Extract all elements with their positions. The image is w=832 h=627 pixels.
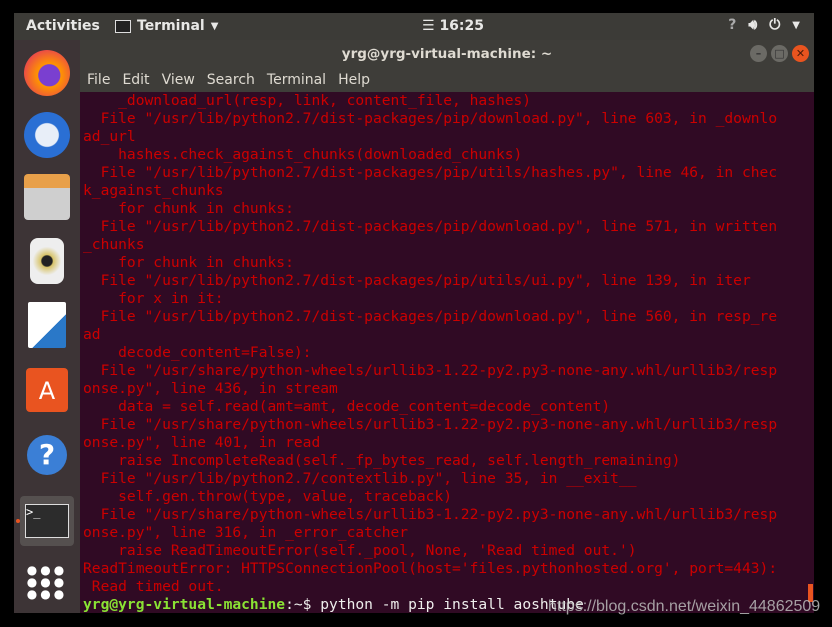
prompt-path: :~$ <box>285 596 321 613</box>
window-titlebar[interactable]: yrg@yrg-virtual-machine: ~ – □ ✕ <box>80 40 814 68</box>
software-center-icon[interactable]: A <box>26 368 68 412</box>
power-icon: ⏻ <box>769 17 781 33</box>
terminal-line: onse.py", line 401, in read <box>83 434 321 451</box>
system-tray[interactable]: ? 🔊︎ ⏻ ▼ <box>728 17 800 33</box>
calendar-icon: ☰ <box>422 18 440 34</box>
clock[interactable]: ☰ 16:25 <box>422 18 484 34</box>
terminal-line: File "/usr/lib/python2.7/dist-packages/p… <box>83 308 778 325</box>
terminal-line: k_against_chunks <box>83 182 224 199</box>
menu-file[interactable]: File <box>87 72 110 88</box>
terminal-line: File "/usr/share/python-wheels/urllib3-1… <box>83 506 778 523</box>
terminal-dock-icon[interactable]: >_ <box>20 496 74 546</box>
terminal-line: self.gen.throw(type, value, traceback) <box>83 488 453 505</box>
files-icon[interactable] <box>24 174 70 220</box>
terminal-line: for chunk in chunks: <box>83 200 294 217</box>
terminal-line: File "/usr/share/python-wheels/urllib3-1… <box>83 362 778 379</box>
terminal-line: decode_content=False): <box>83 344 312 361</box>
window-title: yrg@yrg-virtual-machine: ~ <box>341 46 553 62</box>
menu-terminal[interactable]: Terminal <box>267 72 326 88</box>
minimize-button[interactable]: – <box>750 45 767 62</box>
terminal-line: File "/usr/lib/python2.7/dist-packages/p… <box>83 218 778 235</box>
dock: A ? >_ ●●● ●●● ●●● <box>14 40 80 613</box>
terminal-line: raise IncompleteRead(self._fp_bytes_read… <box>83 452 681 469</box>
writer-icon[interactable] <box>28 302 66 348</box>
terminal-line: Read timed out. <box>83 578 224 595</box>
terminal-output[interactable]: _download_url(resp, link, content_file, … <box>83 92 813 613</box>
terminal-line: ReadTimeoutError: HTTPSConnectionPool(ho… <box>83 560 778 577</box>
terminal-icon: >_ <box>25 504 69 538</box>
thunderbird-icon[interactable] <box>24 112 70 158</box>
maximize-button[interactable]: □ <box>771 45 788 62</box>
terminal-line: File "/usr/lib/python2.7/dist-packages/p… <box>83 272 751 289</box>
terminal-line: File "/usr/share/python-wheels/urllib3-1… <box>83 416 778 433</box>
volume-icon: 🔊︎ <box>748 17 758 33</box>
terminal-line: _download_url(resp, link, content_file, … <box>83 92 532 109</box>
top-bar: Activities Terminal ▼ ☰ 16:25 ? 🔊︎ ⏻ ▼ <box>14 13 814 40</box>
rhythmbox-icon[interactable] <box>30 238 64 284</box>
terminal-line: ad_url <box>83 128 136 145</box>
app-menu-button[interactable]: Terminal ▼ <box>115 18 218 34</box>
terminal-line: ad <box>83 326 101 343</box>
running-indicator <box>16 519 20 523</box>
terminal-line: for x in it: <box>83 290 224 307</box>
terminal-line: raise ReadTimeoutError(self._pool, None,… <box>83 542 637 559</box>
terminal-line: _chunks <box>83 236 145 253</box>
help-icon[interactable]: ? <box>27 435 67 475</box>
terminal-window: yrg@yrg-virtual-machine: ~ – □ ✕ File Ed… <box>80 40 814 613</box>
close-button[interactable]: ✕ <box>792 45 809 62</box>
terminal-line: onse.py", line 436, in stream <box>83 380 338 397</box>
terminal-line: data = self.read(amt=amt, decode_content… <box>83 398 611 415</box>
clock-time: 16:25 <box>439 18 485 34</box>
activities-button[interactable]: Activities <box>26 18 100 34</box>
terminal-line: hashes.check_against_chunks(downloaded_c… <box>83 146 523 163</box>
chevron-down-icon: ▼ <box>792 19 800 31</box>
app-name: Terminal <box>137 18 205 34</box>
terminal-line: for chunk in chunks: <box>83 254 294 271</box>
terminal-line: File "/usr/lib/python2.7/dist-packages/p… <box>83 110 778 127</box>
menu-search[interactable]: Search <box>207 72 255 88</box>
show-applications-icon[interactable]: ●●● ●●● ●●● <box>24 558 70 610</box>
watermark: https://blog.csdn.net/weixin_44862509 <box>548 598 821 615</box>
prompt-user: yrg@yrg-virtual-machine <box>83 596 286 613</box>
menu-bar: File Edit View Search Terminal Help <box>80 68 814 92</box>
chevron-down-icon: ▼ <box>210 20 219 32</box>
menu-help[interactable]: Help <box>338 72 370 88</box>
terminal-line: File "/usr/lib/python2.7/contextlib.py",… <box>83 470 637 487</box>
terminal-line: onse.py", line 316, in _error_catcher <box>83 524 409 541</box>
terminal-line: File "/usr/lib/python2.7/dist-packages/p… <box>83 164 778 181</box>
network-unknown-icon: ? <box>728 17 737 33</box>
command-input[interactable]: python -m pip install aoshtube <box>320 596 584 613</box>
firefox-icon[interactable] <box>24 50 70 96</box>
menu-view[interactable]: View <box>162 72 195 88</box>
terminal-icon <box>115 19 131 33</box>
menu-edit[interactable]: Edit <box>122 72 149 88</box>
